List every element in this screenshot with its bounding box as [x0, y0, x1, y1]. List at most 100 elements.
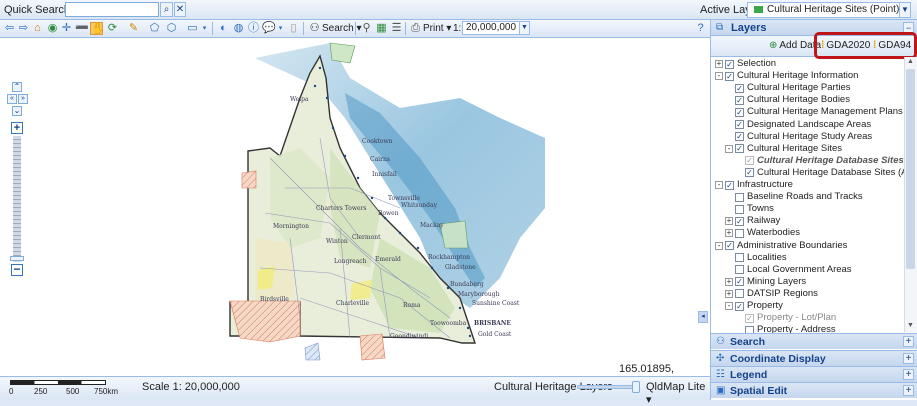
expand-icon[interactable]: +: [903, 353, 914, 364]
quick-search-button[interactable]: ⌕: [160, 2, 173, 17]
pan-east-icon[interactable]: »: [18, 94, 28, 104]
accordion-search[interactable]: ⚇ Search +: [711, 333, 917, 349]
layer-tree-item[interactable]: ✓Cultural Heritage Database Sites (Point…: [735, 155, 904, 167]
coordinate-icon[interactable]: ◍: [232, 22, 245, 35]
collapse-icon[interactable]: -: [715, 241, 723, 250]
layer-tree-item[interactable]: - ✓ Infrastructure: [715, 179, 793, 191]
layer-tree-item[interactable]: ✓ Property - Lot/Plan: [735, 312, 836, 324]
layer-tree-item[interactable]: Baseline Roads and Tracks: [725, 191, 863, 203]
expand-icon[interactable]: +: [725, 289, 733, 298]
layer-checkbox[interactable]: ✓: [745, 168, 754, 178]
layer-tree-item[interactable]: + DATSIP Regions: [725, 288, 818, 300]
chevron-down-icon[interactable]: ▾: [198, 22, 211, 35]
measure-icon[interactable]: ◐: [217, 22, 230, 35]
pencil-icon[interactable]: ✎: [127, 22, 140, 35]
layer-checkbox[interactable]: ✓: [735, 120, 744, 129]
quick-search-input[interactable]: [65, 2, 159, 17]
layer-tree-item[interactable]: - ✓ Cultural Heritage Sites: [725, 143, 842, 155]
layer-checkbox[interactable]: ✓: [745, 313, 754, 323]
layer-tree-item[interactable]: - ✓ Property: [725, 300, 783, 312]
layer-checkbox[interactable]: [735, 265, 744, 275]
collapse-icon[interactable]: -: [715, 181, 723, 189]
collapse-icon[interactable]: -: [725, 302, 733, 310]
layer-tree-item[interactable]: Towns: [725, 203, 774, 215]
accordion-coordinate-display[interactable]: ✣ Coordinate Display +: [711, 350, 917, 366]
layer-checkbox[interactable]: ✓: [725, 241, 734, 250]
expand-icon[interactable]: +: [903, 369, 914, 380]
basemap-menu[interactable]: QldMap Lite ▾: [646, 381, 710, 406]
accordion-legend[interactable]: ☷ Legend +: [711, 366, 917, 382]
refresh-icon[interactable]: ⟳: [106, 22, 119, 35]
layer-tree-item[interactable]: - ✓ Administrative Boundaries: [715, 240, 847, 252]
layer-checkbox[interactable]: ✓: [735, 132, 744, 142]
layer-tree-item[interactable]: + ✓ Mining Layers: [725, 276, 806, 288]
table-icon[interactable]: ☰: [390, 22, 403, 35]
layer-checkbox[interactable]: ✓: [725, 180, 734, 190]
collapse-icon[interactable]: -: [725, 144, 733, 153]
back-icon[interactable]: ⇦: [3, 22, 16, 35]
export-excel-icon[interactable]: ▦: [375, 22, 388, 35]
expand-icon[interactable]: +: [725, 277, 733, 286]
identify-icon[interactable]: ⚲: [360, 22, 373, 35]
zoom-out-button[interactable]: −: [11, 263, 23, 276]
layer-tree-item[interactable]: + Waterbodies: [725, 227, 800, 239]
layer-checkbox[interactable]: ✓: [735, 83, 744, 93]
clear-graphics-icon[interactable]: ▯: [287, 22, 300, 35]
layer-checkbox[interactable]: ✓: [735, 144, 744, 154]
select-polygon-icon[interactable]: ⬠: [148, 22, 161, 35]
expand-icon[interactable]: +: [725, 217, 733, 226]
layer-checkbox[interactable]: ✓: [725, 59, 734, 69]
zoom-out-icon[interactable]: ➖: [75, 22, 89, 35]
layer-checkbox[interactable]: [735, 253, 744, 263]
layer-tree-item[interactable]: ✓ Cultural Heritage Study Areas: [725, 131, 872, 143]
accordion-spatial-edit[interactable]: ▣ Spatial Edit +: [711, 382, 917, 398]
layer-tree-item[interactable]: - ✓ Cultural Heritage Information: [715, 70, 858, 82]
layer-tree-item[interactable]: ✓Cultural Heritage Database Sites (Area): [735, 167, 904, 179]
collapse-icon[interactable]: -: [715, 72, 723, 81]
layer-checkbox[interactable]: ✓: [745, 156, 754, 166]
opacity-slider[interactable]: [577, 385, 633, 389]
active-layer-select[interactable]: Cultural Heritage Sites (Point) ▼: [747, 2, 911, 18]
expand-icon[interactable]: +: [903, 385, 914, 396]
binoculars-icon[interactable]: ⚇: [308, 22, 321, 35]
layer-checkbox[interactable]: [735, 228, 744, 238]
layer-checkbox[interactable]: ✓: [735, 107, 744, 117]
expand-icon[interactable]: +: [903, 336, 914, 347]
layer-checkbox[interactable]: [735, 204, 744, 214]
layer-checkbox[interactable]: ✓: [735, 216, 744, 226]
collapse-panel-button[interactable]: ◂: [698, 311, 708, 323]
print-menu-button[interactable]: Print ▾: [423, 23, 451, 34]
select-freehand-icon[interactable]: ⬡: [165, 22, 178, 35]
layer-checkbox[interactable]: [735, 289, 744, 299]
pan-west-icon[interactable]: «: [7, 94, 17, 104]
layer-checkbox[interactable]: ✓: [725, 71, 734, 81]
zoom-in-button[interactable]: +: [11, 122, 23, 134]
scale-select[interactable]: 20,000,000 ▼: [462, 21, 530, 35]
scroll-down-icon[interactable]: ▼: [907, 322, 914, 329]
help-icon[interactable]: ?: [694, 22, 707, 35]
pan-icon[interactable]: ✋: [90, 22, 105, 35]
full-extent-icon[interactable]: ◉: [46, 22, 59, 35]
layer-tree-item[interactable]: ✓ Cultural Heritage Management Plans: [725, 106, 903, 118]
layer-tree-item[interactable]: Local Government Areas: [725, 264, 852, 276]
scrollbar-thumb[interactable]: [906, 69, 915, 269]
expand-icon[interactable]: +: [715, 60, 723, 68]
layer-checkbox[interactable]: ✓: [735, 277, 744, 287]
layer-checkbox[interactable]: ✓: [735, 301, 744, 311]
layer-checkbox[interactable]: ✓: [735, 95, 744, 105]
layer-tree-item[interactable]: ✓ Cultural Heritage Parties: [725, 82, 851, 94]
info-icon[interactable]: ⓘ: [247, 22, 260, 35]
map-view[interactable]: Weipa Cooktown Cairns Innisfail Townsvil…: [0, 38, 710, 376]
layer-tree-item[interactable]: ✓ Designated Landscape Areas: [725, 119, 871, 131]
pan-north-icon[interactable]: ⌃: [12, 82, 22, 92]
layer-tree-item[interactable]: ✓ Cultural Heritage Bodies: [725, 94, 850, 106]
expand-icon[interactable]: +: [725, 229, 733, 238]
layer-checkbox[interactable]: [735, 192, 744, 202]
zoom-thumb[interactable]: [10, 256, 24, 261]
pan-south-icon[interactable]: ⌄: [12, 106, 22, 116]
quick-search-clear-button[interactable]: ✕: [174, 2, 186, 17]
scroll-up-icon[interactable]: ▲: [907, 58, 914, 65]
printer-icon[interactable]: ⎙: [409, 22, 422, 35]
chevron-down-icon[interactable]: ▾: [274, 22, 287, 35]
zoom-in-icon[interactable]: ✛: [60, 22, 73, 35]
